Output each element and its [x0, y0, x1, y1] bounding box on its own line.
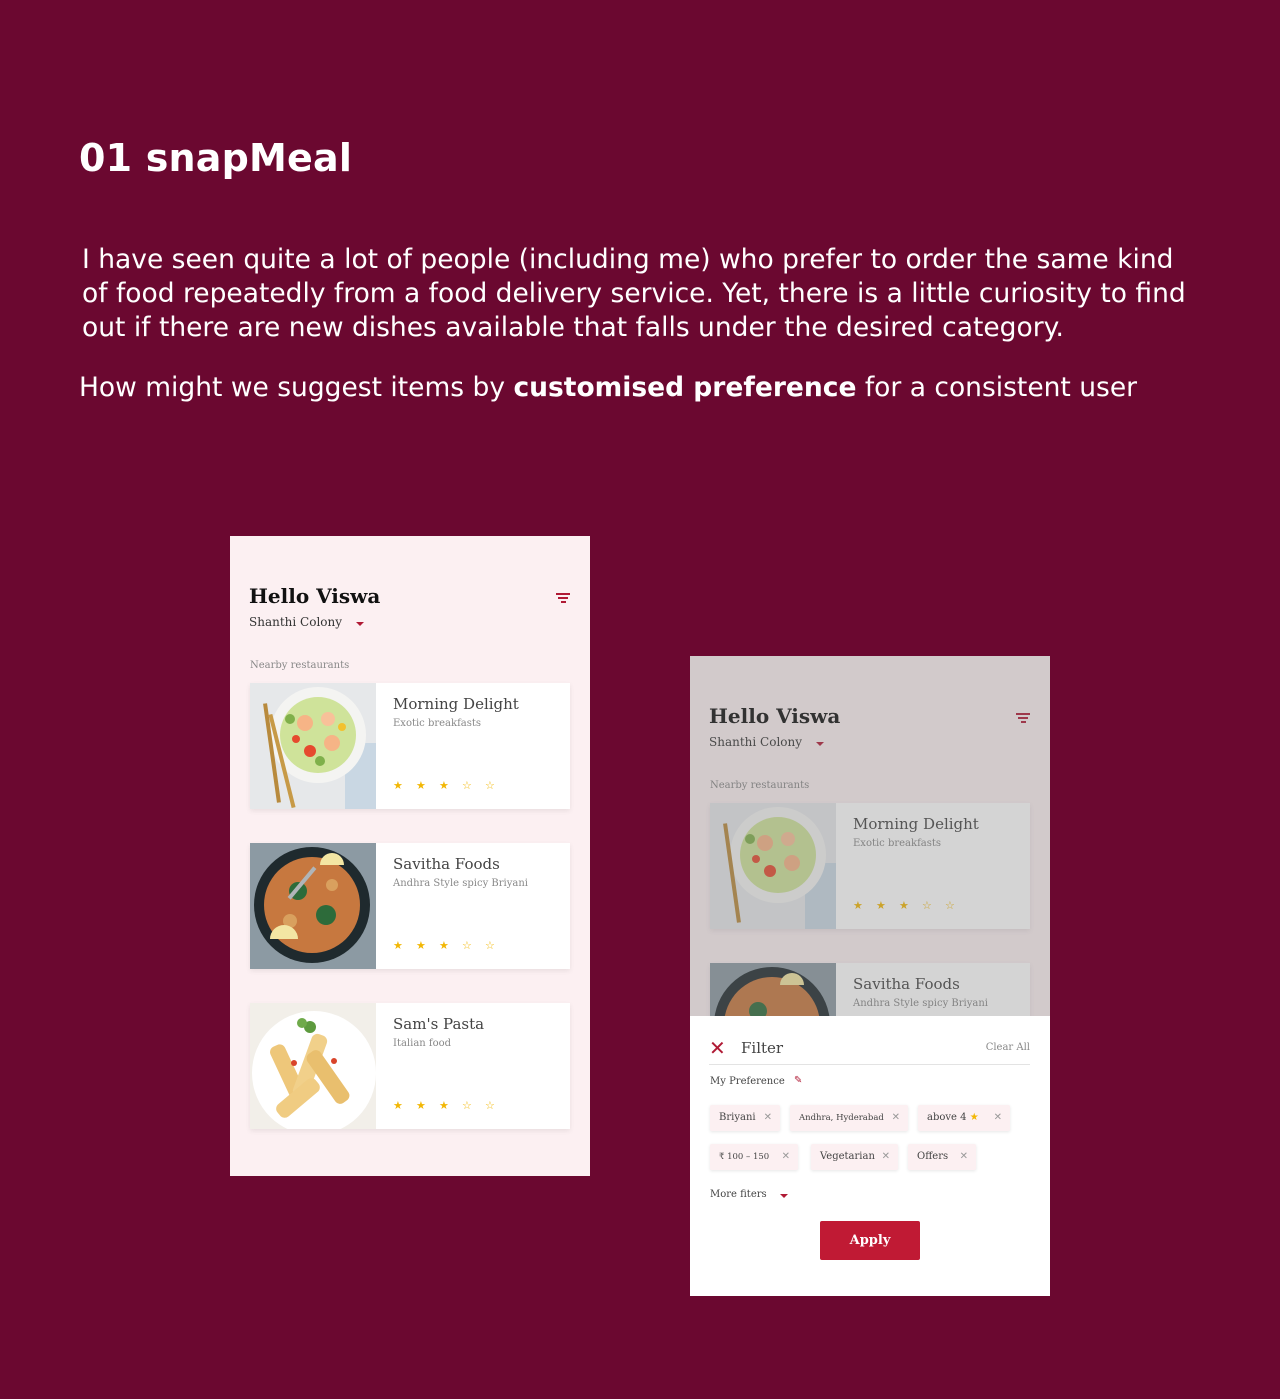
rating-stars: ★ ★ ★ ☆ ☆ [393, 1099, 508, 1112]
star-filled-icon: ★ [439, 1099, 449, 1112]
phone-home-screen: Hello Viswa Shanthi Colony Nearby restau… [230, 536, 590, 1176]
remove-icon[interactable]: ✕ [882, 1144, 890, 1170]
star-empty-icon: ☆ [462, 939, 472, 952]
restaurant-subtitle: Exotic breakfasts [393, 718, 482, 729]
star-empty-icon: ☆ [485, 1099, 495, 1112]
star-filled-icon: ★ [416, 1099, 426, 1112]
edit-icon[interactable]: ✎ [794, 1075, 802, 1086]
divider [709, 1064, 1030, 1065]
star-filled-icon: ★ [416, 779, 426, 792]
restaurant-name: Savitha Foods [393, 855, 500, 873]
description: I have seen quite a lot of people (inclu… [82, 244, 1186, 343]
filter-chip[interactable]: Andhra, Hyderabad ✕ [790, 1105, 908, 1131]
star-filled-icon: ★ [393, 779, 403, 792]
restaurant-subtitle: Italian food [393, 1038, 452, 1049]
hmw-bold: customised preference [513, 372, 857, 403]
filter-title: Filter [741, 1039, 784, 1057]
filter-icon[interactable] [556, 593, 570, 603]
star-empty-icon: ☆ [462, 779, 472, 792]
remove-icon[interactable]: ✕ [892, 1105, 900, 1131]
star-filled-icon: ★ [439, 939, 449, 952]
phone-filter-screen: Hello Viswa Shanthi Colony Nearby restau… [690, 656, 1050, 1296]
clear-all-button[interactable]: Clear All [986, 1042, 1030, 1053]
star-icon: ★ [969, 1112, 979, 1123]
chip-label: ₹ 100 – 150 [719, 1152, 770, 1162]
restaurant-card[interactable]: Sam's Pasta Italian food ★ ★ ★ ☆ ☆ [250, 1003, 570, 1129]
filter-chip[interactable]: ₹ 100 – 150 ✕ [710, 1144, 798, 1170]
remove-icon[interactable]: ✕ [960, 1144, 968, 1170]
heading: 01 snapMeal [79, 136, 353, 180]
remove-icon[interactable]: ✕ [994, 1105, 1002, 1131]
filter-chip[interactable]: Offers ✕ [908, 1144, 976, 1170]
my-preference-label: My Preference [710, 1076, 785, 1087]
pasta-image [250, 1003, 376, 1129]
biryani-image [250, 843, 376, 969]
remove-icon[interactable]: ✕ [782, 1144, 790, 1170]
how-might-we: How might we suggest items by customised… [79, 370, 1137, 406]
rating-stars: ★ ★ ★ ☆ ☆ [393, 939, 508, 952]
star-filled-icon: ★ [393, 1099, 403, 1112]
rating-stars: ★ ★ ★ ☆ ☆ [393, 779, 508, 792]
star-filled-icon: ★ [393, 939, 403, 952]
chip-label: Andhra, Hyderabad [799, 1113, 884, 1123]
chevron-down-icon[interactable] [356, 622, 364, 626]
restaurant-card[interactable]: Savitha Foods Andhra Style spicy Briyani… [250, 843, 570, 969]
restaurant-card[interactable]: Morning Delight Exotic breakfasts ★ ★ ★ ☆ ☆ [250, 683, 570, 809]
greeting: Hello Viswa [249, 584, 381, 608]
hmw-after: for a consistent user [856, 372, 1138, 403]
star-filled-icon: ★ [439, 779, 449, 792]
chip-label: Offers [917, 1151, 949, 1162]
hmw-before: How might we suggest items by [79, 372, 514, 403]
restaurant-name: Morning Delight [393, 695, 519, 713]
chip-label: Briyani [719, 1112, 756, 1123]
salad-image [250, 683, 376, 809]
restaurant-name: Sam's Pasta [393, 1015, 485, 1033]
more-filters-toggle[interactable]: More fiters [710, 1189, 767, 1200]
close-icon[interactable]: ✕ [709, 1038, 726, 1058]
filter-chip[interactable]: Briyani ✕ [710, 1105, 780, 1131]
apply-button[interactable]: Apply [820, 1221, 920, 1260]
star-filled-icon: ★ [416, 939, 426, 952]
restaurant-subtitle: Andhra Style spicy Briyani [393, 878, 528, 889]
chip-label: above 4 [927, 1112, 967, 1123]
chip-label: Vegetarian [820, 1151, 875, 1162]
location-selector[interactable]: Shanthi Colony [249, 615, 342, 629]
filter-sheet: ✕ Filter Clear All My Preference ✎ Briya… [690, 1016, 1050, 1296]
nearby-label: Nearby restaurants [250, 660, 350, 671]
filter-chip[interactable]: above 4 ★ ✕ [918, 1105, 1010, 1131]
star-empty-icon: ☆ [485, 939, 495, 952]
filter-chip[interactable]: Vegetarian ✕ [811, 1144, 898, 1170]
remove-icon[interactable]: ✕ [764, 1105, 772, 1131]
star-empty-icon: ☆ [485, 779, 495, 792]
chevron-down-icon[interactable] [780, 1194, 788, 1198]
star-empty-icon: ☆ [462, 1099, 472, 1112]
